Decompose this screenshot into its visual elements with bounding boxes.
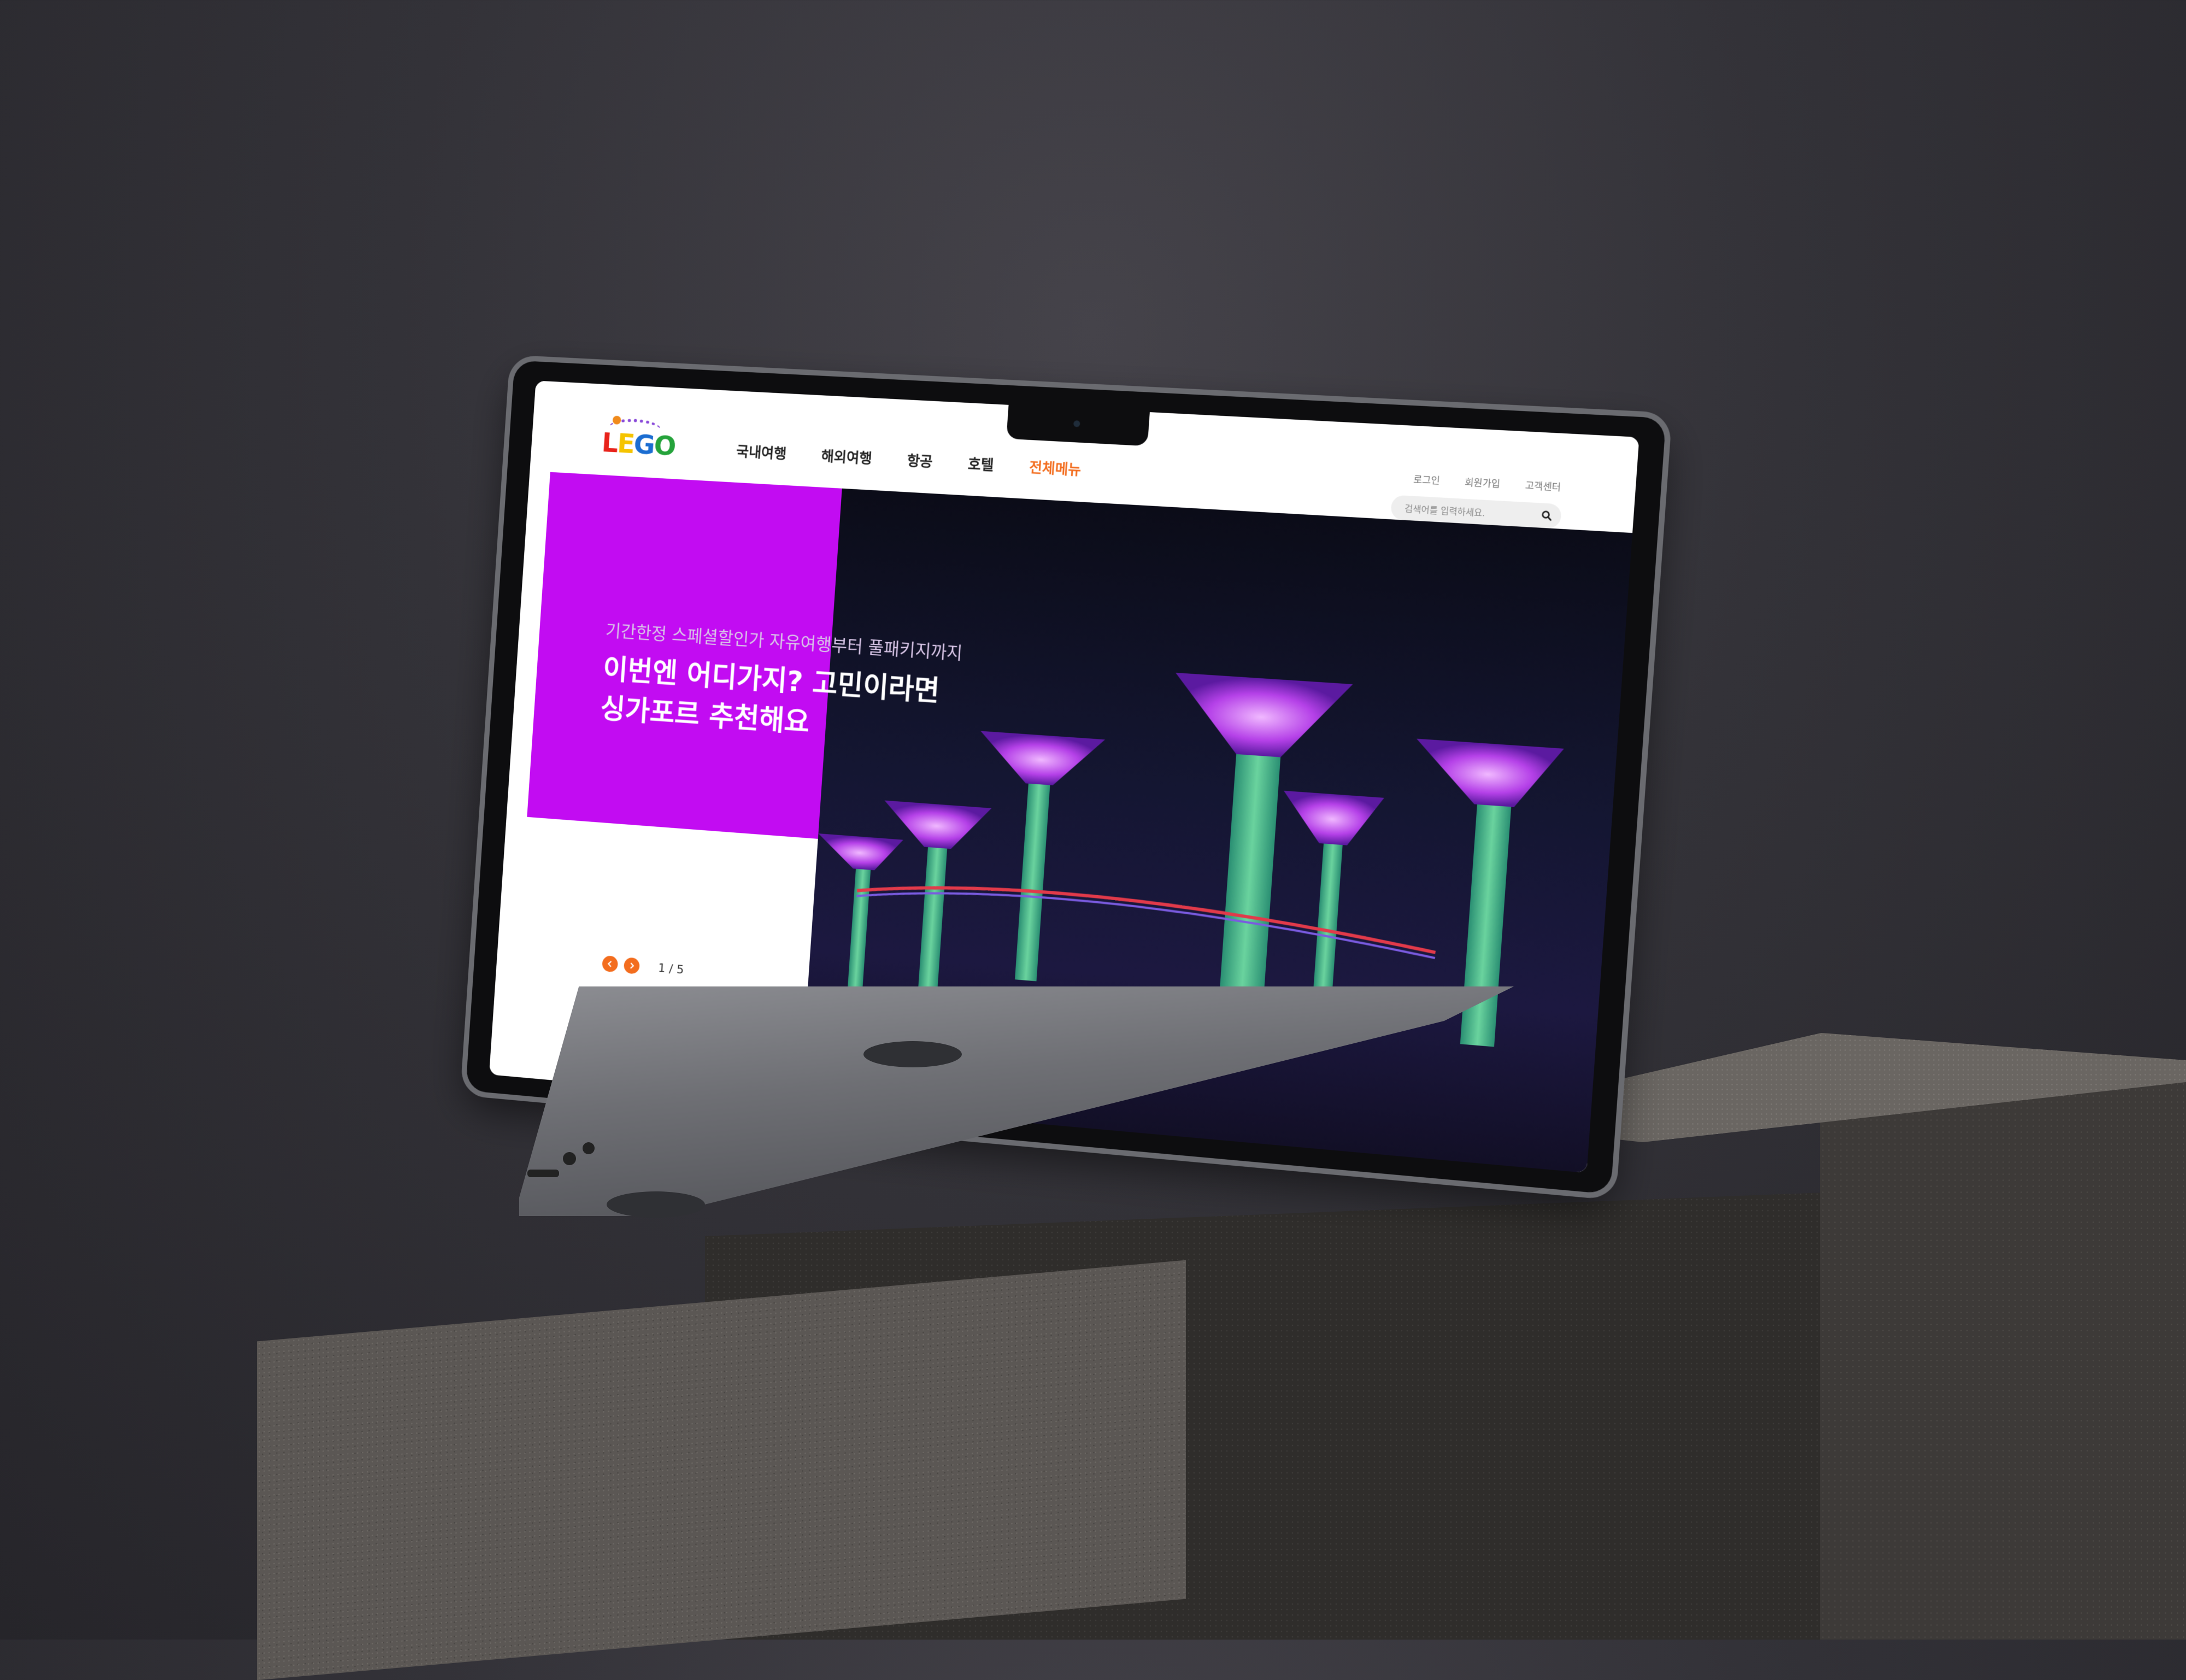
customer-center-link[interactable]: 고객센터 [1525, 478, 1561, 494]
supertree-trunk [918, 847, 948, 990]
supertree-trunk [1218, 754, 1281, 1017]
stone-pedestal-side [1820, 1033, 2186, 1640]
supertree-canopy [1280, 790, 1384, 848]
supertree-canopy [1170, 672, 1353, 762]
main-nav: 국내여행 해외여행 항공 호텔 전체메뉴 [736, 440, 1082, 479]
supertree-trunk [848, 868, 871, 989]
signup-link[interactable]: 회원가입 [1464, 474, 1501, 490]
nav-item-domestic-travel[interactable]: 국내여행 [736, 440, 787, 463]
slide-page-indicator: 1 / 5 [657, 961, 685, 977]
nav-item-hotels[interactable]: 호텔 [967, 453, 995, 474]
search-icon[interactable] [1540, 509, 1554, 522]
laptop-rubber-foot [607, 1191, 705, 1218]
laptop-port [527, 1170, 559, 1177]
supertree-canopy [816, 833, 903, 873]
logo-letter-o: O [653, 430, 677, 462]
logo-text: LEGO [601, 427, 676, 462]
prev-slide-button[interactable] [602, 955, 619, 973]
site-logo[interactable]: LEGO [601, 414, 676, 462]
supertree-trunk [1014, 783, 1050, 982]
laptop-port [583, 1142, 595, 1154]
camera-icon [1073, 420, 1080, 427]
supertree-canopy [1412, 738, 1564, 810]
chevron-right-icon [628, 962, 636, 970]
laptop-port [563, 1152, 576, 1165]
nav-item-overseas-travel[interactable]: 해외여행 [821, 445, 873, 468]
scene-background: LEGO 국내여행 해외여행 항공 호텔 전체메뉴 로그인 회원가입 고객센터 [0, 0, 2186, 1680]
login-link[interactable]: 로그인 [1413, 472, 1441, 487]
skyway-bridge-underside [855, 883, 1437, 958]
logo-letter-e: E [616, 427, 635, 460]
logo-letter-g: G [632, 428, 655, 461]
chevron-left-icon [606, 960, 614, 968]
utility-links: 로그인 회원가입 고객센터 [1413, 472, 1562, 494]
next-slide-button[interactable] [623, 957, 640, 974]
logo-letter-l: L [601, 427, 619, 459]
nav-item-flights[interactable]: 항공 [907, 450, 933, 471]
supertree-trunk [1460, 804, 1512, 1047]
nav-item-all-menu[interactable]: 전체메뉴 [1029, 456, 1082, 479]
laptop-rubber-foot [863, 1041, 962, 1067]
